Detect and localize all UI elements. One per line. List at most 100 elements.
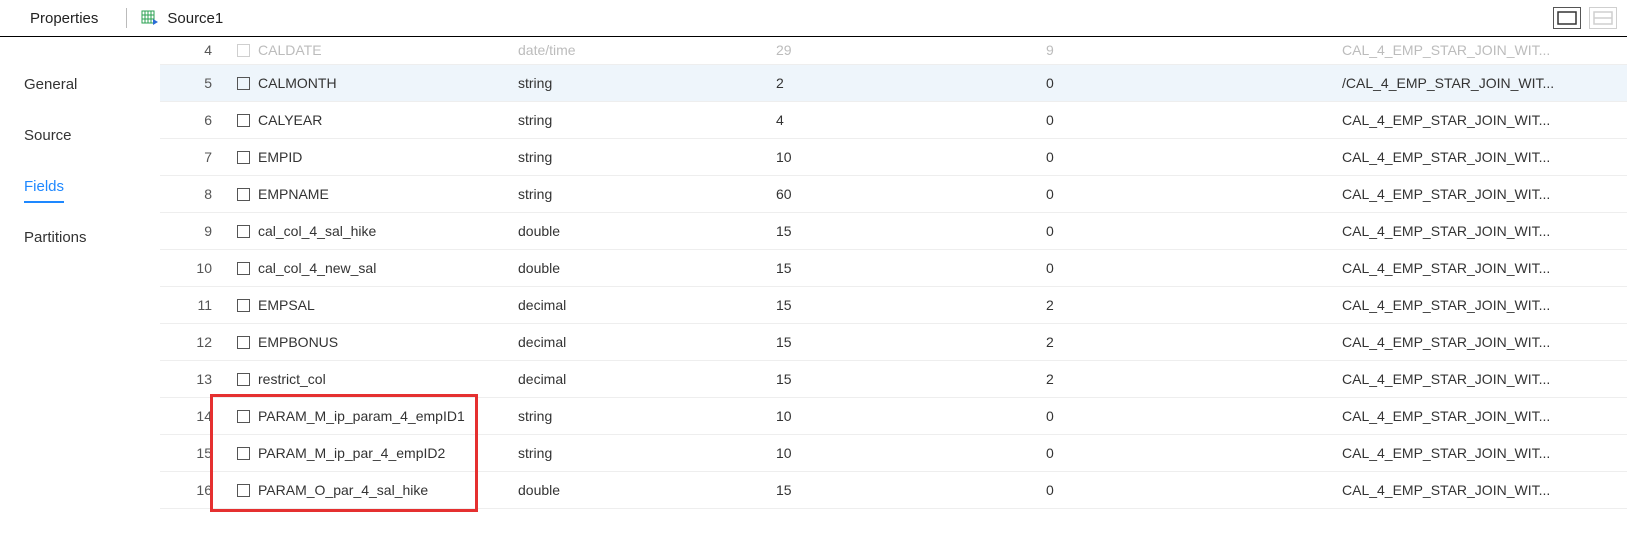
table-row[interactable]: 8EMPNAMEstring600CAL_4_EMP_STAR_JOIN_WIT…: [160, 176, 1627, 213]
sidenav-item-partitions[interactable]: Partitions: [0, 219, 160, 256]
table-row[interactable]: 12EMPBONUSdecimal152CAL_4_EMP_STAR_JOIN_…: [160, 324, 1627, 361]
field-precision: 15: [776, 260, 1046, 276]
row-checkbox[interactable]: [237, 484, 250, 497]
fields-table: 4 CALDATE date/time 29 9 CAL_4_EMP_STAR_…: [160, 36, 1627, 535]
row-checkbox-cell: [228, 299, 258, 312]
field-path: CAL_4_EMP_STAR_JOIN_WIT...: [1342, 482, 1597, 498]
row-index: 7: [160, 149, 228, 165]
row-checkbox[interactable]: [237, 336, 250, 349]
row-checkbox-cell: [228, 447, 258, 460]
field-path: CAL_4_EMP_STAR_JOIN_WIT...: [1342, 42, 1597, 58]
table-row[interactable]: 5CALMONTHstring20/CAL_4_EMP_STAR_JOIN_WI…: [160, 65, 1627, 102]
source-name: Source1: [167, 10, 223, 27]
field-path: CAL_4_EMP_STAR_JOIN_WIT...: [1342, 260, 1597, 276]
table-row[interactable]: 9cal_col_4_sal_hikedouble150CAL_4_EMP_ST…: [160, 213, 1627, 250]
row-checkbox-cell: [228, 484, 258, 497]
field-name: EMPBONUS: [258, 334, 518, 350]
field-path: CAL_4_EMP_STAR_JOIN_WIT...: [1342, 223, 1597, 239]
field-scale: 0: [1046, 260, 1342, 276]
field-type: string: [518, 149, 776, 165]
field-path: CAL_4_EMP_STAR_JOIN_WIT...: [1342, 334, 1597, 350]
field-name: PARAM_O_par_4_sal_hike: [258, 482, 518, 498]
field-precision: 10: [776, 445, 1046, 461]
field-name: restrict_col: [258, 371, 518, 387]
row-index: 6: [160, 112, 228, 128]
row-index: 4: [160, 42, 228, 58]
row-checkbox[interactable]: [237, 447, 250, 460]
field-type: decimal: [518, 371, 776, 387]
table-row[interactable]: 14PARAM_M_ip_param_4_empID1string100CAL_…: [160, 398, 1627, 435]
row-index: 14: [160, 408, 228, 424]
header-divider: [126, 8, 127, 28]
field-name: CALDATE: [258, 42, 518, 58]
row-checkbox[interactable]: [237, 77, 250, 90]
row-index: 11: [160, 297, 228, 313]
field-type: string: [518, 112, 776, 128]
row-checkbox[interactable]: [237, 225, 250, 238]
row-checkbox-cell: [228, 77, 258, 90]
field-scale: 2: [1046, 334, 1342, 350]
row-checkbox-cell: [228, 114, 258, 127]
view-single-button[interactable]: [1553, 7, 1581, 29]
field-scale: 0: [1046, 482, 1342, 498]
row-checkbox[interactable]: [237, 299, 250, 312]
table-row[interactable]: 10cal_col_4_new_saldouble150CAL_4_EMP_ST…: [160, 250, 1627, 287]
properties-sidenav: General Source Fields Partitions: [0, 36, 160, 535]
field-name: EMPID: [258, 149, 518, 165]
properties-title: Properties: [30, 10, 98, 27]
row-index: 16: [160, 482, 228, 498]
field-precision: 15: [776, 371, 1046, 387]
field-path: CAL_4_EMP_STAR_JOIN_WIT...: [1342, 186, 1597, 202]
sidenav-item-general[interactable]: General: [0, 66, 160, 103]
field-name: PARAM_M_ip_param_4_empID1: [258, 408, 518, 424]
field-name: cal_col_4_sal_hike: [258, 223, 518, 239]
properties-header: Properties Source1: [0, 0, 1627, 37]
row-index: 8: [160, 186, 228, 202]
field-precision: 60: [776, 186, 1046, 202]
field-name: EMPSAL: [258, 297, 518, 313]
table-row[interactable]: 15PARAM_M_ip_par_4_empID2string100CAL_4_…: [160, 435, 1627, 472]
field-precision: 15: [776, 334, 1046, 350]
row-index: 5: [160, 75, 228, 91]
table-row[interactable]: 6CALYEARstring40CAL_4_EMP_STAR_JOIN_WIT.…: [160, 102, 1627, 139]
field-name: PARAM_M_ip_par_4_empID2: [258, 445, 518, 461]
row-checkbox-cell: [228, 188, 258, 201]
table-row[interactable]: 13restrict_coldecimal152CAL_4_EMP_STAR_J…: [160, 361, 1627, 398]
table-row[interactable]: 11EMPSALdecimal152CAL_4_EMP_STAR_JOIN_WI…: [160, 287, 1627, 324]
field-scale: 2: [1046, 371, 1342, 387]
table-row[interactable]: 7EMPIDstring100CAL_4_EMP_STAR_JOIN_WIT..…: [160, 139, 1627, 176]
field-precision: 15: [776, 482, 1046, 498]
sidenav-item-fields[interactable]: Fields: [0, 168, 160, 205]
sidenav-item-source[interactable]: Source: [0, 117, 160, 154]
field-type: string: [518, 445, 776, 461]
field-path: /CAL_4_EMP_STAR_JOIN_WIT...: [1342, 75, 1597, 91]
field-name: CALYEAR: [258, 112, 518, 128]
field-type: string: [518, 408, 776, 424]
row-checkbox-cell: [228, 373, 258, 386]
row-checkbox[interactable]: [237, 44, 250, 57]
field-scale: 0: [1046, 445, 1342, 461]
row-checkbox[interactable]: [237, 262, 250, 275]
field-precision: 15: [776, 297, 1046, 313]
field-scale: 0: [1046, 149, 1342, 165]
table-row[interactable]: 4 CALDATE date/time 29 9 CAL_4_EMP_STAR_…: [160, 36, 1627, 65]
source-icon: [141, 9, 159, 27]
field-name: CALMONTH: [258, 75, 518, 91]
row-checkbox[interactable]: [237, 114, 250, 127]
field-precision: 15: [776, 223, 1046, 239]
field-name: cal_col_4_new_sal: [258, 260, 518, 276]
table-row[interactable]: 16PARAM_O_par_4_sal_hikedouble150CAL_4_E…: [160, 472, 1627, 509]
view-split-button[interactable]: [1589, 7, 1617, 29]
field-type: string: [518, 75, 776, 91]
field-type: string: [518, 186, 776, 202]
field-precision: 2: [776, 75, 1046, 91]
field-path: CAL_4_EMP_STAR_JOIN_WIT...: [1342, 408, 1597, 424]
row-checkbox[interactable]: [237, 188, 250, 201]
row-checkbox-cell: [228, 225, 258, 238]
field-type: double: [518, 260, 776, 276]
row-checkbox[interactable]: [237, 373, 250, 386]
row-checkbox[interactable]: [237, 151, 250, 164]
row-checkbox[interactable]: [237, 410, 250, 423]
field-path: CAL_4_EMP_STAR_JOIN_WIT...: [1342, 112, 1597, 128]
field-scale: 2: [1046, 297, 1342, 313]
